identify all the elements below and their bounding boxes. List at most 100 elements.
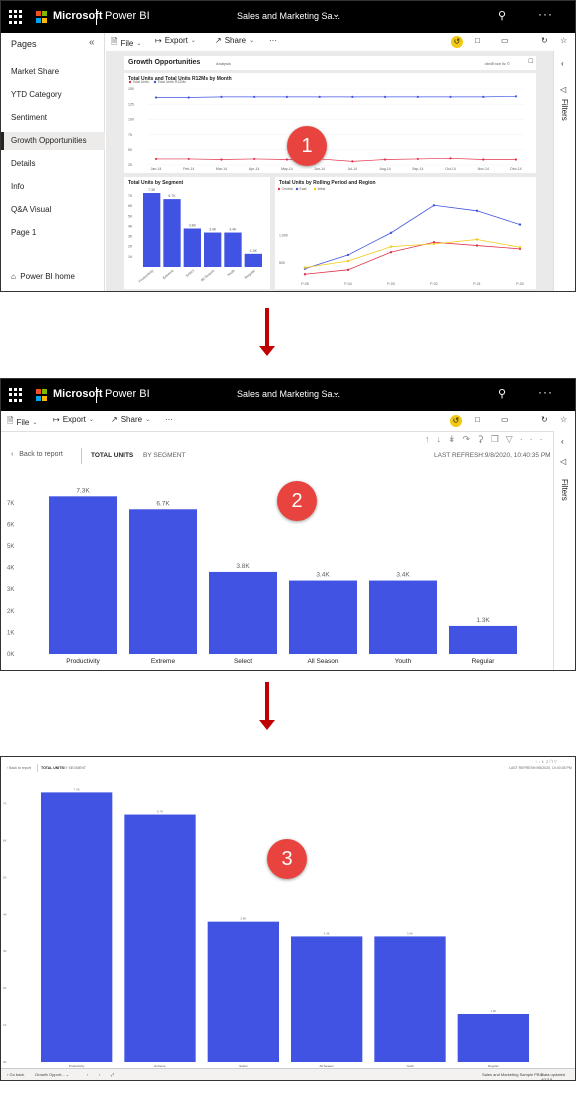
step-badge-3: 3 (267, 839, 307, 879)
view-icon[interactable]: ▭ (501, 36, 509, 45)
filters-pane[interactable]: ‹ ◁ Filters (553, 51, 575, 291)
go-back-button[interactable]: ‹ Go back (7, 1072, 24, 1077)
filters-label: Filters (560, 479, 569, 501)
region-line-chart: Central East West 1,000 500 P-05 P-04 P-03 P-02 P… (277, 187, 524, 286)
more-options-icon[interactable]: ··· (538, 385, 553, 399)
y-tick-label: 500 (279, 261, 285, 265)
value-label: 7.3K (76, 487, 90, 494)
bar (143, 193, 161, 267)
command-bar: 🗎 File ⌄ ↦ Export ⌄ ↗ Share ⌄ ··· ↺ □ ▭ ↻ ☆ (1, 411, 575, 431)
share-menu[interactable]: ↗ Share ⌄ (111, 415, 150, 424)
power-bi-home-link[interactable]: ⌂ Power BI home (11, 272, 75, 281)
back-to-report-button[interactable]: ‹ Back to report (7, 766, 31, 770)
data-point (514, 158, 518, 161)
file-icon: 🗎 (7, 416, 14, 425)
page-header: Growth Opportunities Analysis obviEnce l… (124, 56, 536, 70)
collapse-icon[interactable]: ‹ (561, 437, 564, 446)
page-selector[interactable]: Growth Opport... ⌄ (35, 1072, 69, 1077)
chevron-down-icon[interactable]: ⌄ (332, 9, 340, 20)
value-label: 1.3K (476, 617, 490, 624)
y-tick-label: 1,000 (279, 234, 288, 238)
bar (183, 228, 201, 267)
file-menu[interactable]: 🗎 File ⌄ (7, 415, 37, 429)
page-item-info[interactable]: Info (1, 178, 105, 196)
bar (457, 1013, 529, 1062)
reset-icon[interactable]: ↺ (451, 36, 463, 48)
y-tick-label: 1K (128, 255, 133, 259)
flow-arrow-head (259, 346, 275, 356)
region-line-card[interactable]: Total Units by Rolling Period and Region… (275, 177, 536, 289)
more-options-icon[interactable]: ··· (538, 7, 553, 21)
y-tick-label: 1K (3, 1023, 7, 1027)
segment-bar-card[interactable]: Total Units by Segment 7K 6K 5K 4K 3K 2K 1K 7.3… (124, 177, 270, 289)
top-bar: Microsoft Power BI Sales and Marketing S… (1, 1, 575, 33)
report-name: Sales and Marketing Sample PBIX (482, 1072, 544, 1077)
page-item-growth-opportunities[interactable]: Growth Opportunities (1, 132, 105, 150)
collapse-icon[interactable]: « (89, 37, 95, 48)
y-tick-label: 1K (7, 630, 14, 636)
report-title[interactable]: Sales and Marketing Sa... (237, 389, 340, 399)
page-item-ytd-category[interactable]: YTD Category (1, 86, 105, 104)
focus-bar-chart: 7K 6K 5K 4K 3K 2K 1K 0K 7.3K Productivity 6.7K Extr… (7, 487, 517, 665)
x-tick-label: Productivity (138, 269, 155, 284)
favorite-icon[interactable]: ☆ (560, 415, 567, 424)
tab-by-segment[interactable]: BY SEGMENT (63, 766, 86, 770)
legend-label: Total Units R12Ms (158, 80, 187, 84)
chevron-down-icon: ⌄ (136, 40, 142, 47)
file-menu[interactable]: 🗎 File ⌄ (111, 36, 141, 50)
x-tick-label: P-01 (473, 282, 480, 286)
more-commands-icon[interactable]: ··· (269, 36, 277, 45)
previous-page-icon[interactable]: ‹ (87, 1072, 88, 1077)
bookmark-icon[interactable]: □ (475, 36, 480, 45)
x-tick-label: Extreme (162, 269, 175, 280)
series-line (156, 95, 517, 98)
y-tick-label: 5K (3, 875, 7, 879)
line-chart-card[interactable]: Total Units and Total Units R12Ms by Mon… (124, 73, 536, 173)
filters-pane[interactable]: ‹ ◁ Filters (553, 431, 575, 670)
tab-total-units[interactable]: TOTAL UNITS (41, 766, 64, 770)
export-menu[interactable]: ↦ Export ⌄ (53, 415, 94, 424)
legend-label: West (318, 187, 326, 191)
bar (207, 921, 279, 1062)
refresh-icon[interactable]: ↻ (541, 36, 548, 45)
fit-icon[interactable]: ⤢ (111, 1072, 114, 1077)
page-item-sentiment[interactable]: Sentiment (1, 109, 105, 127)
share-menu[interactable]: ↗ Share ⌄ (215, 36, 254, 45)
data-point (432, 204, 436, 207)
back-label: Back to report (9, 766, 31, 770)
report-title[interactable]: Sales and Marketing Sa... (237, 11, 340, 21)
y-tick-label: 3K (7, 587, 14, 593)
next-page-icon[interactable]: › (99, 1072, 100, 1077)
page-item-page-1[interactable]: Page 1 (1, 224, 105, 242)
bar (124, 814, 196, 1062)
bookmark-icon[interactable]: □ (475, 415, 480, 424)
y-tick-label: 4K (128, 224, 133, 228)
file-icon: 🗎 (111, 37, 118, 46)
data-point (318, 95, 321, 99)
x-tick-label: P-03 (387, 282, 394, 286)
reset-icon[interactable]: ↺ (450, 415, 462, 427)
chevron-down-icon: ⌄ (249, 38, 255, 44)
search-icon[interactable]: ⚲ (498, 387, 506, 400)
legend-label: Total Units (133, 80, 150, 84)
app-launcher-icon[interactable] (9, 10, 23, 24)
collapse-icon[interactable]: ‹ (561, 59, 564, 68)
data-point (383, 158, 387, 161)
visual-header-icons[interactable]: ↑↓↡⚳❐▽··· (535, 759, 565, 764)
view-icon[interactable]: ▭ (501, 415, 509, 424)
comment-icon[interactable]: □ (529, 58, 533, 65)
data-point (482, 95, 485, 99)
chevron-down-icon[interactable]: ⌄ (332, 387, 340, 398)
page-item-market-share[interactable]: Market Share (1, 63, 105, 81)
x-tick-label: Jan-14 (151, 167, 162, 171)
favorite-icon[interactable]: ☆ (560, 36, 567, 45)
value-label: 3.4K (407, 931, 413, 935)
refresh-icon[interactable]: ↻ (541, 415, 548, 424)
search-icon[interactable]: ⚲ (498, 9, 506, 22)
app-launcher-icon[interactable] (9, 388, 23, 402)
export-menu[interactable]: ↦ Export ⌄ (155, 36, 196, 45)
page-item-details[interactable]: Details (1, 155, 105, 173)
page-item-qa-visual[interactable]: Q&A Visual (1, 201, 105, 219)
file-label: File (16, 417, 30, 427)
more-commands-icon[interactable]: ··· (165, 415, 173, 424)
